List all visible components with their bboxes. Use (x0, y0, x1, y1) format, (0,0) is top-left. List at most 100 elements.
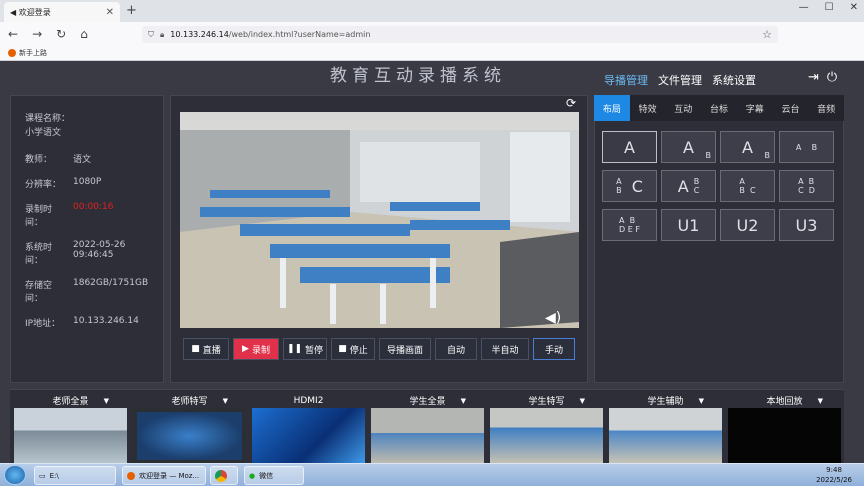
control-bar: ■ 直播 ▶ 录制 ❚❚ 暂停 ■ 停止 导播画面 自动 半自动 手动 (183, 338, 575, 360)
dropdown-arrow-icon[interactable]: ▼ (818, 397, 823, 405)
director-view-button[interactable]: 导播画面 (379, 338, 431, 360)
camera-student-wide[interactable]: 学生全景 ▼ (371, 394, 484, 464)
dropdown-arrow-icon[interactable]: ▼ (223, 397, 228, 405)
layout-four-b-icon[interactable]: A BC D (779, 170, 834, 202)
nav-director[interactable]: 导播管理 (604, 72, 648, 88)
stop-icon: ■ (338, 344, 347, 354)
bookmark-star-icon[interactable]: ☆ (762, 28, 772, 41)
nav-files[interactable]: 文件管理 (658, 72, 702, 88)
layout-four-a-icon[interactable]: AB C (720, 170, 775, 202)
start-button[interactable] (4, 465, 26, 485)
ip-value: 10.133.246.14 (73, 316, 139, 326)
live-button[interactable]: ■ 直播 (183, 338, 229, 360)
main-nav: 导播管理 文件管理 系统设置 (604, 72, 756, 88)
dropdown-arrow-icon[interactable]: ▼ (461, 397, 466, 405)
camera-student-aux[interactable]: 学生辅助 ▼ (609, 394, 722, 464)
camera-local-playback[interactable]: 本地回放 ▼ (728, 394, 841, 464)
camera-teacher-wide[interactable]: 老师全景 ▼ (14, 394, 127, 464)
new-tab-button[interactable]: + (126, 3, 137, 18)
teacher-value: 语文 (73, 155, 92, 165)
auto-button[interactable]: 自动 (435, 338, 477, 360)
layout-three-right-icon[interactable]: A BC (661, 170, 716, 202)
camera-thumbnail (252, 408, 365, 464)
reload-icon[interactable]: ↻ (56, 27, 66, 41)
address-bar[interactable]: ⛉ 🔒︎ 10.133.246.14/web/index.html?userNa… (142, 26, 778, 43)
preview-video[interactable]: ◀) (180, 112, 579, 328)
logout-icon[interactable]: ⇥ (808, 70, 819, 85)
layout-three-left-icon[interactable]: AB C (602, 170, 657, 202)
taskbar-firefox[interactable]: 欢迎登录 — Moz... (122, 466, 206, 485)
drive-icon: ▭ (39, 471, 46, 480)
home-icon[interactable]: ⌂ (80, 27, 88, 41)
tab-caption[interactable]: 字幕 (737, 95, 773, 121)
layout-split2-icon[interactable]: A B (779, 131, 834, 163)
tab-ptz[interactable]: 云台 (773, 95, 809, 121)
camera-hdmi2[interactable]: HDMI2 (252, 394, 365, 464)
layout-single-icon[interactable]: A (602, 131, 657, 163)
systime-value: 2022-05-26 09:46:45 (73, 240, 126, 260)
minimize-icon[interactable]: — (799, 2, 809, 13)
pause-button[interactable]: ❚❚ 暂停 (283, 338, 327, 360)
storage-value: 1862GB/1751GB (73, 278, 149, 288)
camera-list: 老师全景 ▼ 老师特写 ▼ HDMI2 学生全景 ▼ 学生特写 ▼ 学生辅助 ▼ 本地回放… (14, 394, 841, 464)
firefox-icon (127, 471, 135, 480)
tab-audio[interactable]: 音频 (808, 95, 844, 121)
camera-thumbnail (14, 408, 127, 464)
camera-teacher-close[interactable]: 老师特写 ▼ (133, 394, 246, 464)
tab-title: 欢迎登录 (18, 7, 51, 17)
close-window-icon[interactable]: ✕ (850, 2, 858, 13)
record-button[interactable]: ▶ 录制 (233, 338, 279, 360)
nav-settings[interactable]: 系统设置 (712, 72, 756, 88)
bookmarks-bar: 新手上路 (0, 46, 864, 61)
camera-student-close[interactable]: 学生特写 ▼ (490, 394, 603, 464)
firefox-icon (8, 49, 16, 57)
layout-top-inset-icon[interactable]: AB (720, 131, 775, 163)
camera-thumbnail (609, 408, 722, 464)
back-icon[interactable]: ← (8, 27, 18, 41)
refresh-icon[interactable]: ⟳ (564, 96, 578, 110)
stop-button[interactable]: ■ 停止 (331, 338, 375, 360)
browser-tab[interactable]: ◀ 欢迎登录 ✕ (4, 2, 120, 22)
power-icon[interactable]: ⏻ (827, 70, 837, 85)
taskbar-explorer[interactable]: ▭ E:\ (34, 466, 116, 485)
pause-icon: ❚❚ (286, 344, 303, 354)
camera-thumbnail (728, 408, 841, 464)
course-label: 课程名称： (25, 114, 71, 124)
url-host: 10.133.246.14 (170, 30, 229, 39)
tab-interaction[interactable]: 互动 (665, 95, 701, 121)
dropdown-arrow-icon[interactable]: ▼ (104, 397, 109, 405)
semi-auto-button[interactable]: 半自动 (481, 338, 529, 360)
tab-effects[interactable]: 特效 (630, 95, 666, 121)
tab-layout[interactable]: 布局 (594, 95, 630, 121)
layout-tabs: 布局 特效 互动 台标 字幕 云台 音频 (594, 95, 844, 121)
url-path: /web/index.html?userName=admin (228, 30, 371, 39)
tab-audio-icon: ◀ (10, 7, 19, 17)
layout-pip-icon[interactable]: AB (661, 131, 716, 163)
systime-label: 系统时间： (25, 243, 53, 266)
taskbar: ▭ E:\ 欢迎登录 — Moz... ● 微信 9:48 2022/5/26 (0, 463, 864, 486)
teacher-label: 教师： (25, 155, 53, 165)
taskbar-chrome[interactable] (210, 466, 238, 485)
camera-thumbnail (133, 408, 246, 464)
tab-logo[interactable]: 台标 (701, 95, 737, 121)
dropdown-arrow-icon[interactable]: ▼ (699, 397, 704, 405)
resolution-value: 1080P (73, 177, 102, 187)
bookmark-item[interactable]: 新手上路 (19, 48, 47, 58)
taskbar-wechat[interactable]: ● 微信 (244, 466, 304, 485)
chrome-icon (215, 469, 227, 482)
shield-icon: ⛉ (148, 29, 154, 39)
forward-icon[interactable]: → (32, 27, 42, 41)
maximize-icon[interactable]: ☐ (825, 2, 834, 13)
camera-thumbnail (371, 408, 484, 464)
layout-u2-icon[interactable]: U2 (720, 209, 775, 241)
lock-icon: 🔒︎ (160, 29, 165, 39)
layout-u1-icon[interactable]: U1 (661, 209, 716, 241)
tab-close-icon[interactable]: ✕ (106, 7, 114, 18)
dropdown-arrow-icon[interactable]: ▼ (580, 397, 585, 405)
manual-button[interactable]: 手动 (533, 338, 575, 360)
system-clock[interactable]: 9:48 2022/5/26 (816, 465, 852, 485)
layout-u3-icon[interactable]: U3 (779, 209, 834, 241)
rectime-value: 00:00:16 (73, 202, 114, 212)
svg-text:◀): ◀) (545, 310, 561, 326)
layout-six-icon[interactable]: A BD E F (602, 209, 657, 241)
